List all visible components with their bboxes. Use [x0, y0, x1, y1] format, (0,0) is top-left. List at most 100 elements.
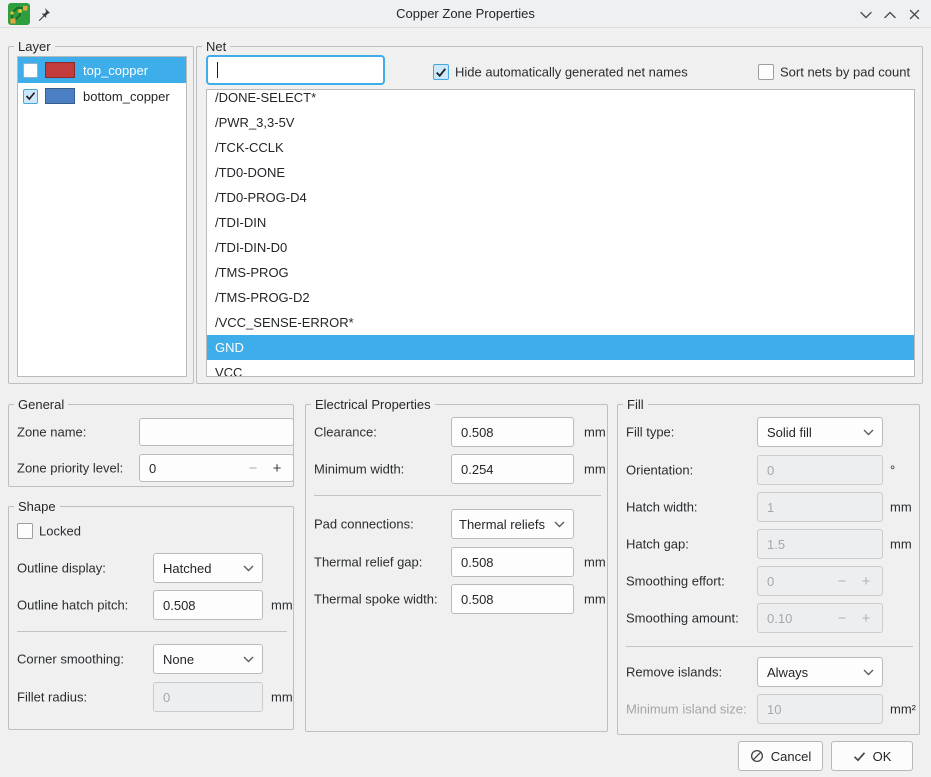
layer-color-swatch [45, 88, 75, 104]
net-list-item[interactable]: /TDI-DIN [207, 210, 914, 235]
decrement-icon: − [830, 573, 854, 590]
remove-islands-select[interactable]: Always [757, 657, 883, 687]
net-group: Net Hide automatically generated net nam… [196, 46, 923, 384]
close-button[interactable] [905, 7, 923, 22]
fillet-radius-unit: mm [271, 690, 293, 705]
net-list-item[interactable]: /TD0-PROG-D4 [207, 185, 914, 210]
hatch-width-value: 1 [767, 500, 774, 515]
net-list-item[interactable]: VCC [207, 360, 914, 377]
fillet-radius-label: Fillet radius: [17, 690, 87, 705]
clearance-label: Clearance: [314, 425, 377, 440]
zone-priority-stepper[interactable]: 0 − + [139, 454, 294, 482]
net-list-item[interactable]: /TDI-DIN-D0 [207, 235, 914, 260]
layer-row-bottom-copper[interactable]: bottom_copper [18, 83, 186, 109]
hatch-pitch-label: Outline hatch pitch: [17, 598, 128, 613]
min-island-size-value: 10 [767, 702, 781, 717]
net-list-item[interactable]: /PWR_3,3-5V [207, 110, 914, 135]
net-list-item[interactable]: /VCC_SENSE-ERROR* [207, 310, 914, 335]
spoke-width-value: 0.508 [461, 592, 494, 607]
hatch-gap-unit: mm [890, 537, 912, 552]
spoke-width-label: Thermal spoke width: [314, 592, 438, 607]
ok-button[interactable]: OK [831, 741, 913, 771]
sort-nets-checkbox[interactable] [758, 64, 774, 80]
min-width-label: Minimum width: [314, 462, 404, 477]
layer-checkbox[interactable] [23, 63, 38, 78]
close-icon [909, 9, 920, 20]
zone-name-input[interactable] [139, 418, 294, 446]
fillet-radius-input: 0 [153, 682, 263, 712]
check-icon [853, 751, 866, 762]
hatch-pitch-value: 0.508 [163, 598, 196, 613]
hatch-gap-input: 1.5 [757, 529, 883, 559]
orientation-value: 0 [767, 463, 774, 478]
smoothing-amount-label: Smoothing amount: [626, 611, 739, 626]
clearance-input[interactable]: 0.508 [451, 417, 574, 447]
pad-connections-select[interactable]: Thermal reliefs [451, 509, 574, 539]
spoke-width-input[interactable]: 0.508 [451, 584, 574, 614]
zone-priority-label: Zone priority level: [17, 461, 123, 476]
net-group-title: Net [202, 38, 230, 55]
outline-display-value: Hatched [163, 561, 211, 576]
net-list-item[interactable]: /TMS-PROG-D2 [207, 285, 914, 310]
check-icon [25, 91, 36, 101]
min-width-input[interactable]: 0.254 [451, 454, 574, 484]
corner-smoothing-select[interactable]: None [153, 644, 263, 674]
smoothing-effort-value: 0 [767, 574, 830, 589]
net-list-item[interactable]: /TMS-PROG [207, 260, 914, 285]
corner-smoothing-label: Corner smoothing: [17, 652, 124, 667]
window-title: Copper Zone Properties [0, 6, 931, 21]
net-filter-input[interactable] [206, 55, 385, 85]
min-width-unit: mm [584, 462, 606, 477]
relief-gap-input[interactable]: 0.508 [451, 547, 574, 577]
maximize-button[interactable] [881, 7, 899, 22]
hatch-pitch-unit: mm [271, 598, 293, 613]
orientation-input: 0 [757, 455, 883, 485]
copper-zone-properties-dialog: Copper Zone Properties Layer top_copper [0, 0, 931, 777]
increment-icon[interactable]: + [265, 460, 289, 477]
net-list[interactable]: /DONE-SELECT* /PWR_3,3-5V /TCK-CCLK /TD0… [206, 89, 915, 377]
hatch-pitch-input[interactable]: 0.508 [153, 590, 263, 620]
increment-icon: + [854, 610, 878, 627]
outline-display-select[interactable]: Hatched [153, 553, 263, 583]
net-list-item-selected[interactable]: GND [207, 335, 914, 360]
layer-name: top_copper [83, 63, 148, 78]
shape-separator [17, 631, 287, 632]
net-list-item[interactable]: /TCK-CCLK [207, 135, 914, 160]
hide-auto-nets-checkbox[interactable] [433, 64, 449, 80]
hide-auto-nets-label: Hide automatically generated net names [455, 65, 688, 80]
layer-group: Layer top_copper bottom_copper [8, 46, 194, 384]
fillet-radius-value: 0 [163, 690, 170, 705]
general-group: General Zone name: Zone priority level: … [8, 404, 294, 487]
chevron-down-icon [243, 656, 254, 663]
chevron-down-icon [860, 11, 872, 19]
locked-checkbox[interactable] [17, 523, 33, 539]
title-bar: Copper Zone Properties [0, 0, 931, 28]
fill-type-select[interactable]: Solid fill [757, 417, 883, 447]
minimize-button[interactable] [857, 7, 875, 22]
fill-separator [626, 646, 913, 647]
locked-label: Locked [39, 524, 81, 539]
shape-group-title: Shape [14, 498, 60, 515]
decrement-icon[interactable]: − [241, 460, 265, 477]
layer-list[interactable]: top_copper bottom_copper [17, 56, 187, 377]
chevron-down-icon [863, 669, 874, 676]
zone-priority-value: 0 [149, 461, 241, 476]
cancel-icon [750, 749, 764, 763]
chevron-up-icon [884, 11, 896, 19]
smoothing-amount-stepper: 0.10 − + [757, 603, 883, 633]
net-list-item[interactable]: /TD0-DONE [207, 160, 914, 185]
relief-gap-value: 0.508 [461, 555, 494, 570]
net-list-item[interactable]: /DONE-SELECT* [207, 89, 914, 110]
hatch-width-input: 1 [757, 492, 883, 522]
cancel-button[interactable]: Cancel [738, 741, 823, 771]
layer-color-swatch [45, 62, 75, 78]
clearance-value: 0.508 [461, 425, 494, 440]
spoke-width-unit: mm [584, 592, 606, 607]
electrical-group: Electrical Properties Clearance: 0.508 m… [305, 404, 608, 732]
layer-row-top-copper[interactable]: top_copper [18, 57, 186, 83]
general-group-title: General [14, 396, 68, 413]
layer-checkbox[interactable] [23, 89, 38, 104]
pad-connections-label: Pad connections: [314, 517, 414, 532]
chevron-down-icon [863, 429, 874, 436]
chevron-down-icon [554, 521, 565, 528]
